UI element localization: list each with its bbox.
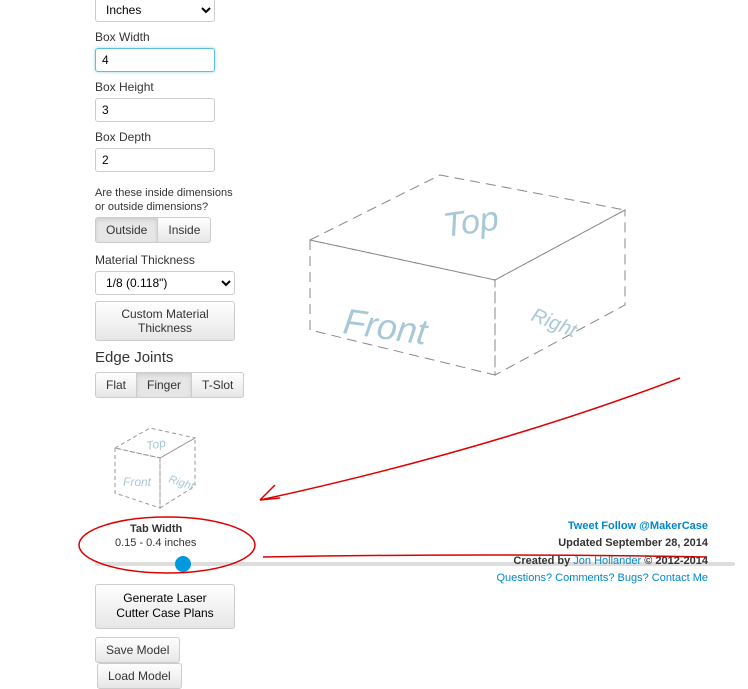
created-by-text: Created by — [513, 555, 573, 567]
outside-button[interactable]: Outside — [95, 217, 158, 243]
svg-text:Right: Right — [167, 473, 196, 493]
contact-link[interactable]: Questions? Comments? Bugs? Contact Me — [496, 572, 708, 584]
svg-text:Front: Front — [123, 475, 152, 489]
save-model-button[interactable]: Save Model — [95, 637, 180, 663]
units-select[interactable]: Inches — [95, 0, 215, 22]
main-box-preview: Top Front Right — [280, 165, 660, 385]
thickness-select[interactable]: 1/8 (0.118") — [95, 271, 235, 295]
tab-width-label: Tab Width — [130, 523, 245, 535]
updated-text: Updated September 28, 2014 — [496, 535, 708, 553]
inside-button[interactable]: Inside — [158, 217, 211, 243]
load-model-button[interactable]: Load Model — [97, 663, 182, 689]
depth-input[interactable] — [95, 148, 215, 172]
tab-width-range: 0.15 - 0.4 inches — [115, 537, 245, 549]
width-label: Box Width — [95, 30, 245, 44]
depth-label: Box Depth — [95, 130, 245, 144]
generate-button[interactable]: Generate Laser Cutter Case Plans — [95, 584, 235, 629]
width-input[interactable] — [95, 48, 215, 72]
follow-link[interactable]: Follow @MakerCase — [601, 520, 708, 532]
svg-text:Top: Top — [145, 435, 167, 452]
preview-right-label: Right — [528, 304, 581, 342]
copyright-text: © 2012-2014 — [641, 555, 708, 567]
preview-front-label: Front — [341, 300, 432, 353]
author-link[interactable]: Jon Hollander — [573, 555, 641, 567]
footer: Tweet Follow @MakerCase Updated Septembe… — [496, 518, 708, 588]
tslot-button[interactable]: T-Slot — [192, 372, 244, 398]
thickness-label: Material Thickness — [95, 253, 245, 267]
height-input[interactable] — [95, 98, 215, 122]
height-label: Box Height — [95, 80, 245, 94]
small-box-preview: Top Front Right — [95, 408, 230, 523]
tweet-link[interactable]: Tweet — [568, 520, 598, 532]
slider-thumb-icon[interactable] — [175, 556, 191, 572]
finger-button[interactable]: Finger — [137, 372, 192, 398]
custom-thickness-button[interactable]: Custom Material Thickness — [95, 301, 235, 341]
flat-button[interactable]: Flat — [95, 372, 137, 398]
dims-question: Are these inside dimensions or outside d… — [95, 186, 245, 215]
preview-top-label: Top — [441, 200, 501, 245]
edge-joints-title: Edge Joints — [95, 349, 245, 366]
